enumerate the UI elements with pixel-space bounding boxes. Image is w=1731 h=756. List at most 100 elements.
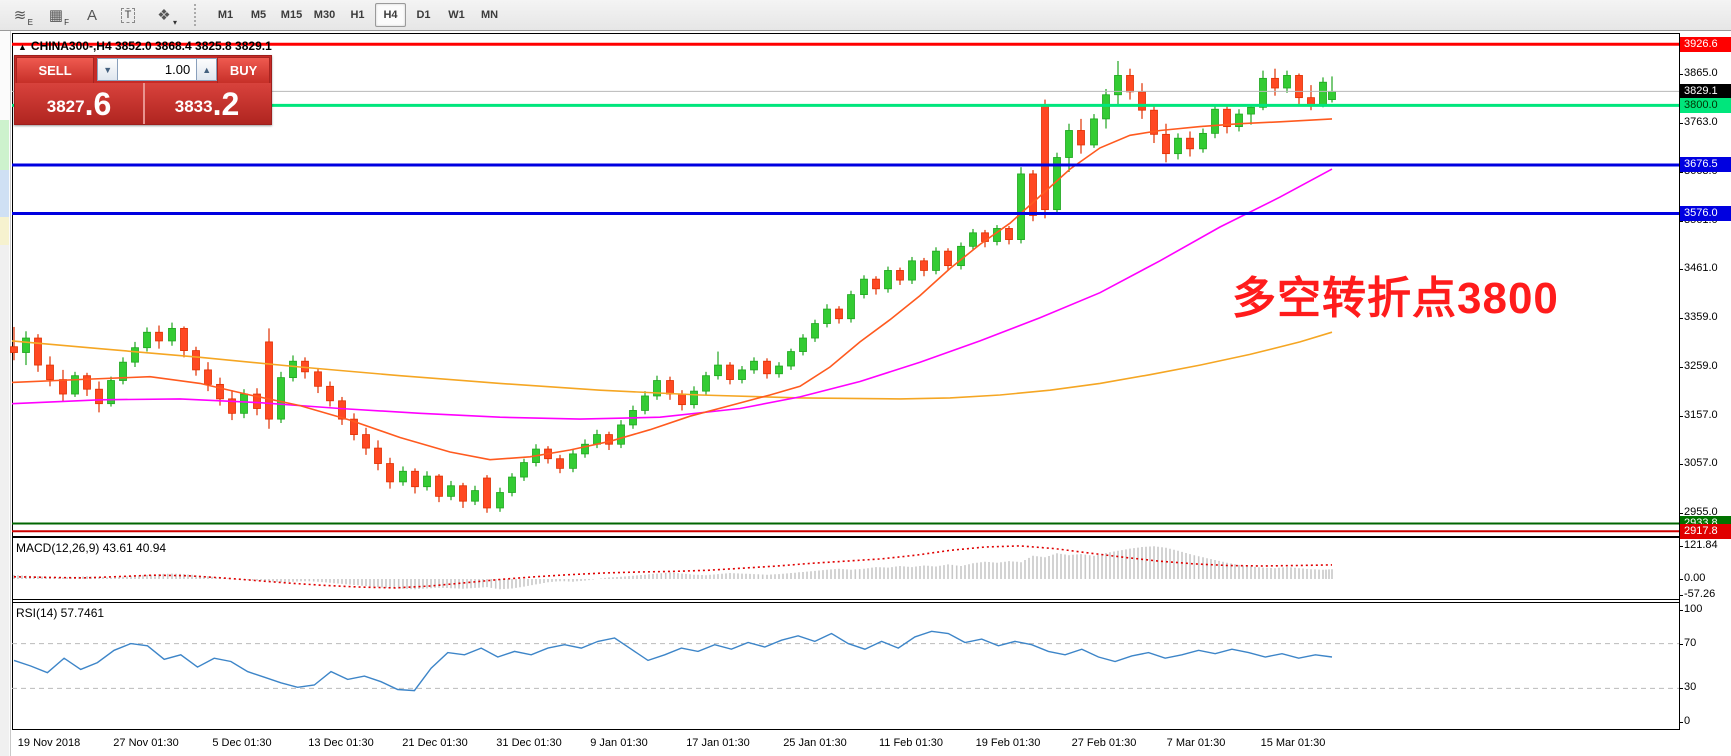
candle-body [497,493,504,508]
candle-body [144,332,151,347]
candle-body [1163,134,1170,153]
candle-body [1006,228,1013,239]
date-label-8: 25 Jan 01:30 [783,737,847,749]
candle-body [1018,174,1025,240]
price-tick-2955-tick [1679,513,1683,514]
price-tick-3865-tick [1679,74,1683,75]
price-tick-3057: 3057.0 [1684,457,1718,469]
candle-body [400,471,407,482]
candle-body [72,376,79,394]
price-badge-support-2: 3576.0 [1680,206,1731,221]
candle-body [885,270,892,288]
rsi-tick-70: 70 [1684,637,1696,649]
rsi-label: RSI(14) 57.7461 [16,606,104,620]
candle-body [897,270,904,280]
macd-tick-0: 0.00 [1684,572,1705,584]
candle-body [205,370,212,384]
rsi-tick-30-tick [1679,688,1683,689]
candle-body [11,347,18,353]
candle-body [861,279,868,294]
volume-increase-button[interactable]: ▲ [196,58,217,81]
macd-tick--57.26-tick [1679,595,1683,596]
candle-body [1091,119,1098,145]
candle-body [642,396,649,410]
rsi-tick-70-tick [1679,644,1683,645]
candle-body [824,309,831,323]
candle-body [484,478,491,508]
candle-body [679,394,686,405]
rsi-tick-0-tick [1679,722,1683,723]
candle-body [1078,130,1085,144]
macd-tick-121.84-tick [1679,546,1683,547]
price-badge-lower-red: 2917.8 [1680,524,1731,539]
candle-body [1320,82,1327,104]
buy-button[interactable]: BUY [217,57,270,84]
buy-price-dec: .2 [213,88,240,120]
candle-body [509,477,516,492]
candle-body [667,381,674,395]
candle-body [460,486,467,501]
macd-tick-121.84: 121.84 [1684,539,1718,551]
sell-price-dec: .6 [85,88,112,120]
buy-price-int: 3833 [175,94,213,120]
date-label-11: 27 Feb 01:30 [1072,737,1137,749]
rsi-tick-0: 0 [1684,715,1690,727]
candle-body [23,338,30,352]
candle-body [970,233,977,247]
trade-panel-controls: SELL ▼ ▲ BUY [15,56,271,83]
candle-body [448,486,455,497]
candle-body [909,261,916,280]
macd-tick-0-tick [1679,579,1683,580]
price-tick-3763-tick [1679,123,1683,124]
candle-body [958,246,965,265]
candle-body [1284,75,1291,88]
price-tick-3057-tick [1679,464,1683,465]
one-click-trade-panel: SELL ▼ ▲ BUY 3827.6 3833.2 [14,55,272,125]
candle-body [921,261,928,271]
candle-body [1272,78,1279,88]
date-label-2: 5 Dec 01:30 [212,737,271,749]
candle-body [873,279,880,289]
date-label-12: 7 Mar 01:30 [1167,737,1226,749]
candle-body [1260,78,1267,107]
candle-body [96,389,103,403]
symbol-marker-icon: ▲ [18,42,27,52]
volume-decrease-button[interactable]: ▼ [97,58,118,81]
price-tick-3359-tick [1679,318,1683,319]
date-label-5: 31 Dec 01:30 [496,737,561,749]
candle-body [424,476,431,487]
date-label-10: 19 Feb 01:30 [976,737,1041,749]
candle-body [618,425,625,444]
candle-body [327,386,334,400]
price-tick-3865: 3865.0 [1684,67,1718,79]
candle-body [715,365,722,376]
candle-body [1212,109,1219,133]
date-label-4: 21 Dec 01:30 [402,737,467,749]
price-tick-3157: 3157.0 [1684,409,1718,421]
buy-price[interactable]: 3833.2 [143,83,271,124]
price-badge-pivot-3800: 3800.0 [1680,98,1731,113]
price-badge-current-price: 3829.1 [1680,84,1731,99]
candle-body [363,435,370,449]
price-badge-resistance: 3926.6 [1680,37,1731,52]
candle-body [169,328,176,341]
candle-body [751,361,758,370]
candle-body [387,464,394,482]
candle-body [375,448,382,463]
candle-body [1115,75,1122,94]
candle-body [278,378,285,420]
volume-input[interactable] [118,58,196,81]
price-tick-3157-tick [1679,416,1683,417]
candle-body [848,295,855,319]
sell-button[interactable]: SELL [16,57,94,84]
chart-symbol-title: ▲CHINA300-,H4 3852.0 3868.4 3825.8 3829.… [18,39,272,53]
candle-body [472,491,479,502]
candle-body [156,332,163,341]
sell-price[interactable]: 3827.6 [15,83,143,124]
candle-body [788,352,795,366]
candle-body [557,459,564,469]
candle-body [181,328,188,350]
rsi-tick-30: 30 [1684,681,1696,693]
candle-body [1030,174,1037,216]
date-label-3: 13 Dec 01:30 [308,737,373,749]
